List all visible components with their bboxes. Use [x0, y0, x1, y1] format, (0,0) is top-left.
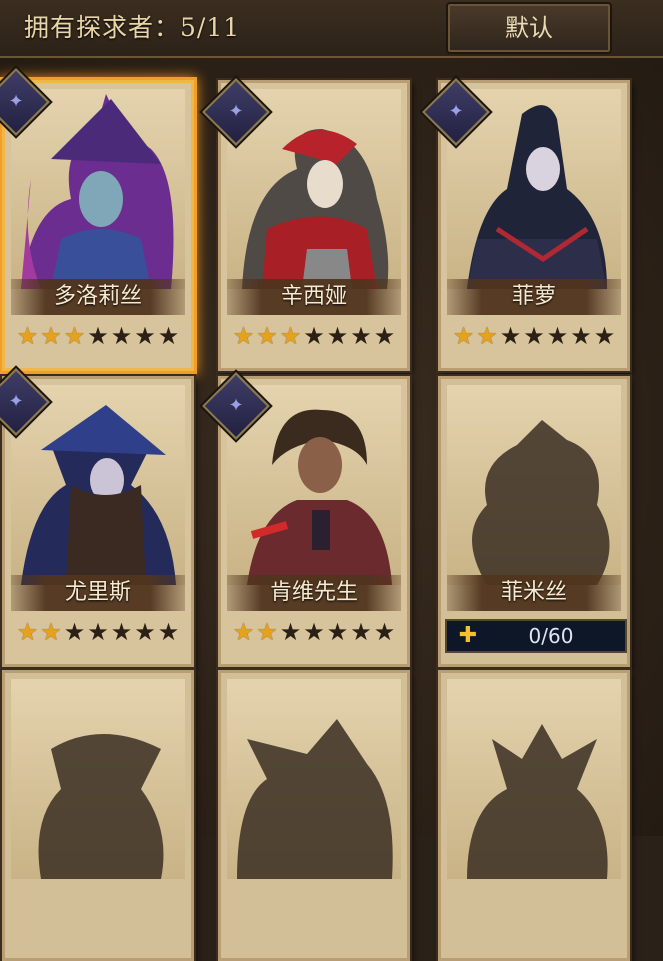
star-icon: ★: [63, 618, 86, 646]
character-name: 辛西娅: [227, 279, 401, 315]
character-name: 多洛莉丝: [11, 279, 185, 315]
character-card-locked[interactable]: [2, 670, 194, 961]
star-rating: ★ ★ ★ ★ ★ ★ ★: [11, 321, 185, 351]
star-icon: ★: [110, 618, 133, 646]
star-icon: ★: [279, 322, 302, 350]
star-icon: ★: [523, 322, 545, 350]
locked-silhouette: [447, 385, 621, 585]
top-bar: 拥有探求者：5/11 默认: [0, 0, 663, 58]
star-icon: ★: [499, 322, 522, 350]
star-icon: ★: [326, 322, 349, 350]
star-icon: ★: [157, 618, 180, 646]
star-icon: ★: [232, 322, 255, 350]
character-grid: 多洛莉丝 ★ ★ ★ ★ ★ ★ ★ 辛西娅 ★ ★ ★ ★ ★ ★ ★ 菲萝 …: [0, 58, 663, 961]
star-icon: ★: [157, 322, 180, 350]
star-icon: ★: [16, 618, 39, 646]
star-icon: ★: [232, 618, 255, 646]
star-icon: ★: [546, 322, 569, 350]
star-icon: ★: [256, 322, 278, 350]
star-icon: ★: [40, 618, 62, 646]
star-icon: ★: [279, 618, 302, 646]
character-card-dolores[interactable]: 多洛莉丝 ★ ★ ★ ★ ★ ★ ★: [2, 80, 194, 371]
star-icon: ★: [303, 618, 325, 646]
character-name: 菲米丝: [447, 575, 621, 611]
star-rating: ★ ★ ★ ★ ★ ★ ★: [227, 321, 401, 351]
star-icon: ★: [373, 618, 396, 646]
star-icon: ★: [63, 322, 86, 350]
star-icon: ★: [87, 322, 109, 350]
star-icon: ★: [350, 322, 372, 350]
star-rating: ★ ★ ★ ★ ★ ★ ★: [447, 321, 621, 351]
locked-silhouette: [11, 679, 185, 879]
star-icon: ★: [326, 618, 349, 646]
character-name: 尤里斯: [11, 575, 185, 611]
star-icon: ★: [40, 322, 62, 350]
locked-silhouette: [447, 679, 621, 879]
owned-seekers-count: 拥有探求者：5/11: [24, 13, 241, 42]
star-icon: ★: [476, 322, 498, 350]
shard-progress-bar: ✚ 0/60: [445, 619, 627, 653]
character-name: 肯维先生: [227, 575, 401, 611]
star-icon: ★: [373, 322, 396, 350]
character-card-locked[interactable]: [218, 670, 410, 961]
character-name: 菲萝: [447, 279, 621, 315]
character-portrait: [11, 89, 185, 289]
default-sort-button[interactable]: 默认: [446, 2, 612, 54]
character-portrait: [11, 385, 185, 585]
star-icon: ★: [303, 322, 325, 350]
star-icon: ★: [134, 322, 156, 350]
shard-progress-text: 0/60: [528, 624, 574, 648]
star-icon: ★: [16, 322, 39, 350]
star-icon: ★: [570, 322, 592, 350]
character-card-feimisi[interactable]: 菲米丝 ✚ 0/60: [438, 376, 630, 667]
star-icon: ★: [452, 322, 475, 350]
star-icon: ★: [134, 618, 156, 646]
star-icon: ★: [87, 618, 109, 646]
star-icon: ★: [350, 618, 372, 646]
star-icon: ★: [593, 322, 616, 350]
star-rating: ★ ★ ★ ★ ★ ★ ★: [11, 617, 185, 647]
locked-silhouette: [227, 679, 401, 879]
puzzle-piece-icon: ✚: [458, 623, 478, 648]
star-rating: ★ ★ ★ ★ ★ ★ ★: [227, 617, 401, 647]
star-icon: ★: [256, 618, 278, 646]
star-icon: ★: [110, 322, 133, 350]
character-card-locked[interactable]: [438, 670, 630, 961]
